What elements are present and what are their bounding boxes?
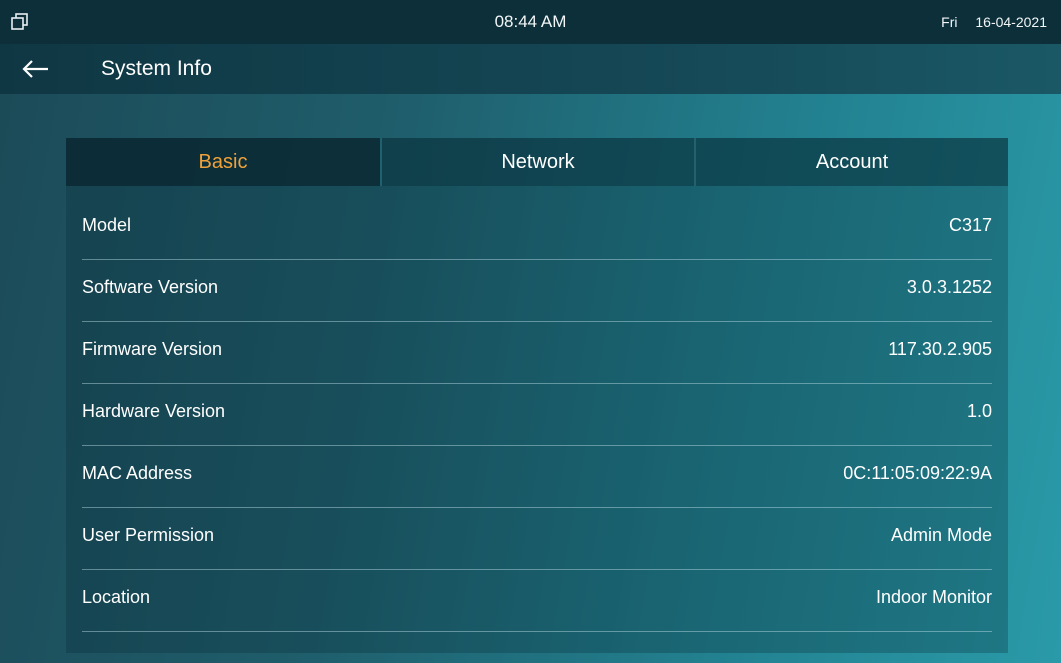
date-display: Fri 16-04-2021 (941, 14, 1047, 30)
system-info-panel: Basic Network Account Model C317 Softwar… (66, 138, 1008, 653)
location-label: Location (82, 587, 151, 607)
info-row-firmware-version: Firmware Version 117.30.2.905 (82, 322, 992, 384)
info-row-user-permission: User Permission Admin Mode (82, 508, 992, 570)
weekday: Fri (941, 14, 958, 30)
info-row-model: Model C317 (82, 198, 992, 260)
info-list: Model C317 Software Version 3.0.3.1252 F… (82, 198, 992, 632)
clock: 08:44 AM (494, 12, 567, 31)
tab-basic[interactable]: Basic (66, 138, 380, 186)
back-arrow-icon[interactable] (20, 56, 52, 82)
info-row-hardware-version: Hardware Version 1.0 (82, 384, 992, 446)
model-label: Model (82, 215, 132, 235)
software-version-label: Software Version (82, 277, 219, 297)
user-permission-value: Admin Mode (890, 525, 992, 545)
software-version-value: 3.0.3.1252 (906, 277, 992, 297)
status-bar: 08:44 AM Fri 16-04-2021 (0, 0, 1061, 44)
info-row-mac-address: MAC Address 0C:11:05:09:22:9A (82, 446, 992, 508)
date: 16-04-2021 (975, 14, 1047, 30)
title-bar: System Info (0, 44, 1061, 94)
page-title: System Info (101, 57, 212, 80)
info-row-location: Location Indoor Monitor (82, 570, 992, 632)
hardware-version-label: Hardware Version (82, 401, 226, 421)
info-row-software-version: Software Version 3.0.3.1252 (82, 260, 992, 322)
hardware-version-value: 1.0 (966, 401, 992, 421)
firmware-version-value: 117.30.2.905 (888, 339, 992, 359)
model-value: C317 (948, 215, 992, 235)
firmware-version-label: Firmware Version (82, 339, 223, 359)
mac-address-value: 0C:11:05:09:22:9A (843, 463, 992, 483)
user-permission-label: User Permission (82, 525, 215, 545)
tab-bar: Basic Network Account (66, 138, 1008, 186)
tab-account[interactable]: Account (694, 138, 1008, 186)
mac-address-label: MAC Address (82, 463, 193, 483)
tab-network[interactable]: Network (380, 138, 694, 186)
location-value: Indoor Monitor (875, 587, 992, 607)
